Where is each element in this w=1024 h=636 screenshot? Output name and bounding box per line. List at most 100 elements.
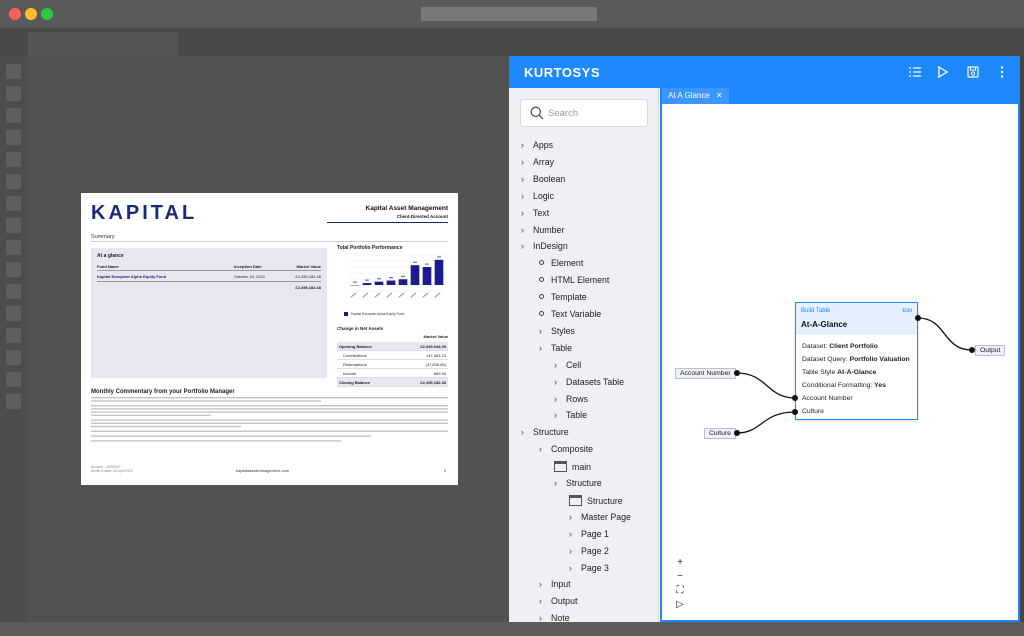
tool-button[interactable] — [6, 284, 21, 299]
sidebar-item-table[interactable]: › Table — [554, 410, 587, 426]
address-bar[interactable] — [421, 7, 597, 21]
flow-editor-canvas[interactable]: At A Glance ✕ Build Table Edit At-A-Glanc… — [660, 88, 1020, 622]
account-number-input-node[interactable]: Account Number — [675, 368, 736, 379]
culture-port[interactable] — [734, 430, 740, 436]
chart-tick-label — [386, 292, 393, 298]
tool-button[interactable] — [6, 108, 21, 123]
kurtosys-app: KURTOSYS Search › Apps › Array › Boolean › Logi… — [509, 56, 1020, 622]
tool-button[interactable] — [6, 240, 21, 255]
chevron-right-icon: › — [521, 156, 524, 167]
change-row-label: Closing Balance — [339, 380, 371, 385]
sidebar-item-structure[interactable]: › Structure — [554, 478, 602, 494]
sidebar-item-number[interactable]: › Number — [521, 225, 564, 241]
tool-button[interactable] — [6, 174, 21, 189]
tool-button[interactable] — [6, 328, 21, 343]
zoom-out-button[interactable]: − — [673, 570, 687, 584]
sidebar-item-output[interactable]: › Output — [539, 596, 577, 612]
search-input[interactable]: Search — [520, 99, 648, 127]
dataset-label: Dataset: — [802, 343, 828, 350]
chart-tick-label — [398, 292, 405, 298]
sidebar-item-master-page[interactable]: › Master Page — [569, 512, 631, 528]
sidebar-item-array[interactable]: › Array — [521, 157, 554, 173]
kapital-logo: KAPITAL — [91, 202, 198, 224]
sidebar-item-styles[interactable]: › Styles — [539, 326, 575, 342]
output-node[interactable]: Output — [975, 345, 1006, 356]
col-header-fund: Fund Name — [97, 264, 119, 269]
sidebar-item-label: Template — [551, 292, 587, 303]
tool-button[interactable] — [6, 64, 21, 79]
at-a-glance-table: At a glance Fund Name Inception Date Mar… — [91, 248, 327, 378]
tool-button[interactable] — [6, 262, 21, 277]
list-icon[interactable] — [905, 62, 925, 82]
sidebar-item-page-3[interactable]: › Page 3 — [569, 563, 609, 579]
tool-button[interactable] — [6, 306, 21, 321]
play-icon[interactable] — [933, 62, 953, 82]
sidebar-item-datasets-table[interactable]: › Datasets Table — [554, 377, 624, 393]
tool-button[interactable] — [6, 350, 21, 365]
sidebar-item-indesign[interactable]: › InDesign — [521, 241, 568, 257]
sidebar-item-boolean[interactable]: › Boolean — [521, 174, 565, 190]
output-node-port[interactable] — [969, 347, 975, 353]
tool-button[interactable] — [6, 394, 21, 409]
sidebar-item-structure[interactable]: Structure — [569, 494, 623, 511]
chart-data-label — [437, 256, 441, 258]
fit-view-button[interactable]: ⛶ — [673, 584, 687, 598]
tool-button[interactable] — [6, 196, 21, 211]
change-row-label: Opening Balance — [339, 344, 372, 349]
change-row: Closing Balance £2,495,182.48 — [337, 378, 448, 387]
chart-tick-label — [350, 292, 357, 298]
sidebar-item-html-element[interactable]: HTML Element — [539, 275, 609, 291]
chevron-right-icon: › — [539, 444, 542, 455]
account-number-port[interactable] — [734, 370, 740, 376]
maximize-window-button[interactable] — [41, 8, 53, 20]
run-button[interactable]: ▷ — [673, 598, 687, 612]
build-table-node[interactable]: Build Table Edit At-A-Glance Dataset: Cl… — [795, 302, 918, 420]
tool-button[interactable] — [6, 130, 21, 145]
sidebar-item-input[interactable]: › Input — [539, 579, 571, 595]
tool-button[interactable] — [6, 218, 21, 233]
chevron-right-icon: › — [539, 342, 542, 353]
sidebar-item-note[interactable]: › Note — [539, 613, 570, 622]
sidebar-item-page-1[interactable]: › Page 1 — [569, 529, 609, 545]
sidebar-item-text-variable[interactable]: Text Variable — [539, 309, 601, 325]
sidebar-item-cell[interactable]: › Cell — [554, 360, 581, 376]
tool-button[interactable] — [6, 152, 21, 167]
edit-node-button[interactable]: Edit — [903, 308, 912, 314]
change-net-assets-title: Change in Net Assets — [337, 326, 384, 331]
sidebar-item-apps[interactable]: › Apps — [521, 140, 553, 156]
chevron-right-icon: › — [521, 190, 524, 201]
sidebar-item-element[interactable]: Element — [539, 258, 583, 274]
input-port-account[interactable] — [792, 395, 798, 401]
sidebar-item-template[interactable]: Template — [539, 292, 587, 308]
browser-tab[interactable] — [28, 32, 178, 56]
tool-button[interactable] — [6, 86, 21, 101]
node-title: At-A-Glance — [801, 320, 848, 329]
minimize-window-button[interactable] — [25, 8, 37, 20]
sidebar-item-composite[interactable]: › Composite — [539, 444, 593, 460]
save-icon[interactable] — [963, 62, 983, 82]
sidebar-item-label: Cell — [566, 359, 582, 370]
zoom-in-button[interactable]: + — [673, 556, 687, 570]
sidebar-item-main[interactable]: main — [554, 461, 591, 477]
more-icon[interactable] — [992, 62, 1012, 82]
chevron-right-icon: › — [521, 241, 524, 252]
culture-input-node[interactable]: Culture — [704, 428, 736, 439]
col-header-market-value: Market Value — [296, 264, 321, 269]
sidebar-item-label: Page 2 — [581, 545, 609, 556]
sidebar-item-table[interactable]: › Table — [539, 343, 572, 359]
footer-month-ended: Month Ended: 30 April 2023 — [91, 469, 133, 473]
sidebar-item-rows[interactable]: › Rows — [554, 394, 588, 410]
sidebar-item-text[interactable]: › Text — [521, 208, 549, 224]
output-port[interactable] — [915, 315, 921, 321]
sidebar-item-label: Page 3 — [581, 562, 609, 573]
sidebar-item-label: Array — [533, 156, 555, 167]
tool-button[interactable] — [6, 372, 21, 387]
sidebar-item-page-2[interactable]: › Page 2 — [569, 546, 609, 562]
input-port-culture[interactable] — [792, 409, 798, 415]
change-row: Contributions 147,481.23 — [337, 351, 448, 360]
sidebar-item-structure[interactable]: › Structure — [521, 427, 569, 443]
sidebar-item-label: Text — [533, 207, 550, 218]
sidebar-item-logic[interactable]: › Logic — [521, 191, 554, 207]
chevron-right-icon: › — [554, 376, 557, 387]
close-window-button[interactable] — [9, 8, 21, 20]
